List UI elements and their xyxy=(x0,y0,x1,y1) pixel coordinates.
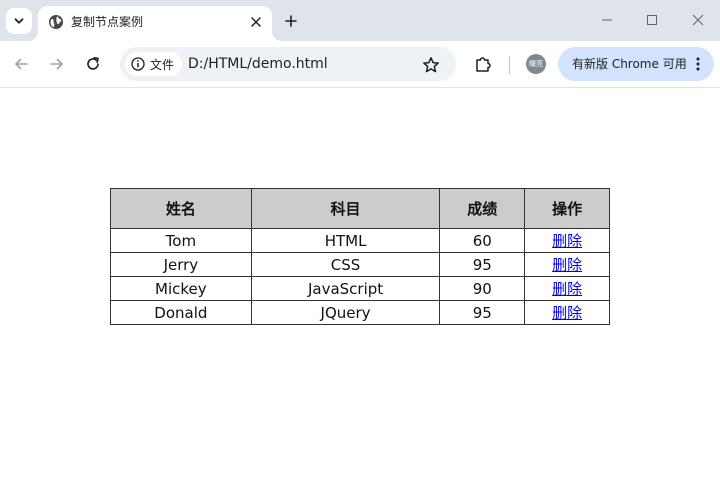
url-text[interactable]: D:/HTML/demo.html xyxy=(188,56,328,72)
header-score: 成绩 xyxy=(439,188,526,229)
star-icon xyxy=(423,57,439,73)
delete-link[interactable]: 删除 xyxy=(552,280,582,298)
cell-score: 60 xyxy=(439,228,526,253)
extensions-button[interactable] xyxy=(471,52,495,76)
cell-score: 90 xyxy=(439,276,526,301)
arrow-left-icon xyxy=(15,58,28,70)
minimize-icon xyxy=(602,19,612,21)
globe-icon xyxy=(49,15,63,29)
reload-button[interactable] xyxy=(81,52,105,76)
cell-action: 删除 xyxy=(524,252,610,277)
cell-subject: JQuery xyxy=(250,300,441,325)
bookmark-star-button[interactable] xyxy=(420,54,442,76)
site-info-chip[interactable]: 文件 xyxy=(125,52,183,76)
table-row: Donald JQuery 95 删除 xyxy=(110,300,610,325)
chevron-down-icon xyxy=(14,18,24,24)
tab-strip: 复制节点案例 xyxy=(0,0,720,41)
active-tab[interactable]: 复制节点案例 xyxy=(38,6,272,41)
forward-button[interactable] xyxy=(45,52,69,76)
cell-action: 删除 xyxy=(524,228,610,253)
cell-action: 删除 xyxy=(524,276,610,301)
tab-title: 复制节点案例 xyxy=(71,15,144,29)
site-info-label: 文件 xyxy=(150,57,175,72)
cell-name: Mickey xyxy=(110,276,252,301)
maximize-button[interactable] xyxy=(639,8,665,32)
cell-subject: CSS xyxy=(250,252,441,277)
reload-icon xyxy=(87,57,99,70)
header-action: 操作 xyxy=(524,188,610,229)
more-menu-icon[interactable] xyxy=(691,56,705,72)
delete-link[interactable]: 删除 xyxy=(552,256,582,274)
close-window-button[interactable] xyxy=(685,8,711,32)
cell-subject: JavaScript xyxy=(250,276,441,301)
close-icon xyxy=(692,14,704,26)
cell-subject: HTML xyxy=(250,228,441,253)
close-tab-icon[interactable] xyxy=(247,13,265,31)
maximize-icon xyxy=(647,15,657,25)
minimize-button[interactable] xyxy=(594,8,620,32)
cell-action: 删除 xyxy=(524,300,610,325)
plus-icon xyxy=(285,15,297,27)
cell-name: Donald xyxy=(110,300,252,325)
profile-avatar[interactable]: 曙亮 xyxy=(526,54,546,74)
delete-link[interactable]: 删除 xyxy=(552,304,582,322)
cell-score: 95 xyxy=(439,300,526,325)
table-header-row: 姓名 科目 成绩 操作 xyxy=(110,188,610,229)
address-bar[interactable]: 文件 D:/HTML/demo.html xyxy=(120,47,456,81)
table-row: Tom HTML 60 删除 xyxy=(110,228,610,253)
arrow-right-icon xyxy=(50,58,63,70)
score-table: 姓名 科目 成绩 操作 Tom HTML 60 删除 Jerry CSS 95 … xyxy=(110,188,610,325)
puzzle-icon xyxy=(476,57,491,72)
back-button[interactable] xyxy=(9,52,33,76)
browser-toolbar: 文件 D:/HTML/demo.html 曙亮 有新版 Chrome 可用 xyxy=(0,41,720,88)
page-content: 姓名 科目 成绩 操作 Tom HTML 60 删除 Jerry CSS 95 … xyxy=(0,88,720,480)
header-name: 姓名 xyxy=(110,188,252,229)
update-label: 有新版 Chrome 可用 xyxy=(572,57,687,71)
table-row: Jerry CSS 95 删除 xyxy=(110,252,610,277)
header-subject: 科目 xyxy=(250,188,441,229)
info-icon xyxy=(131,57,145,71)
new-tab-button[interactable] xyxy=(281,11,301,31)
cell-name: Jerry xyxy=(110,252,252,277)
delete-link[interactable]: 删除 xyxy=(552,232,582,250)
cell-score: 95 xyxy=(439,252,526,277)
table-row: Mickey JavaScript 90 删除 xyxy=(110,276,610,301)
chrome-update-button[interactable]: 有新版 Chrome 可用 xyxy=(558,47,714,81)
cell-name: Tom xyxy=(110,228,252,253)
toolbar-divider xyxy=(509,56,510,74)
